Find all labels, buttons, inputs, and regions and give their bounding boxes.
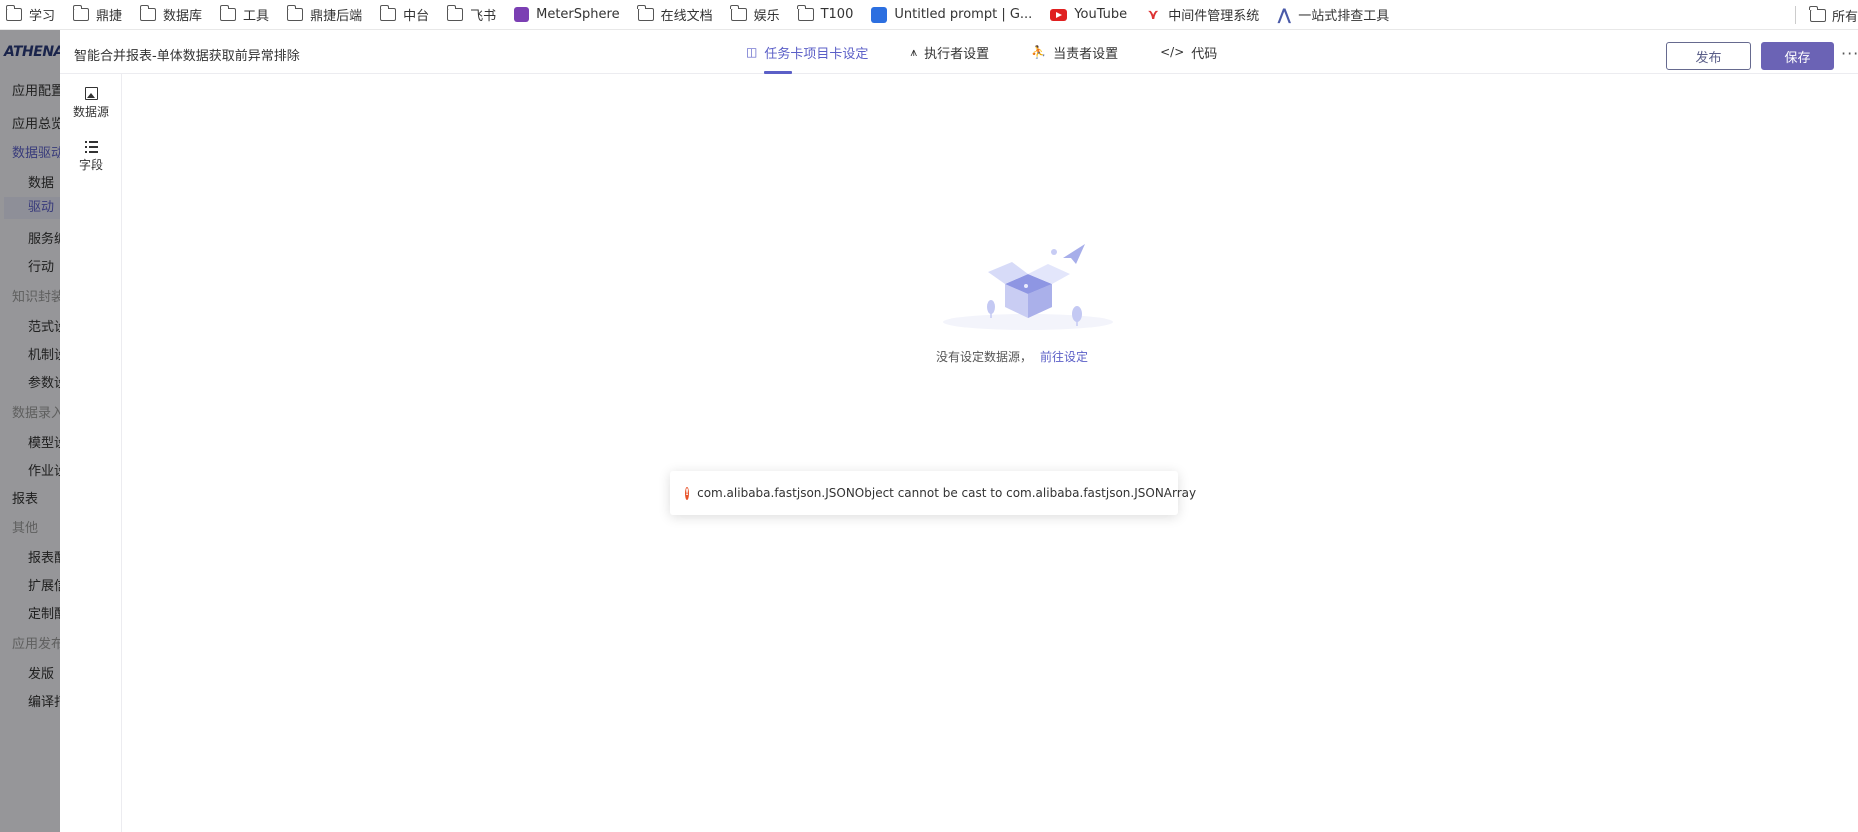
- bookmarks-bar: 学习 鼎捷 数据库 工具 鼎捷后端 中台 飞书 MeterSphere 在线文档 娱乐 T100 Un…: [0, 0, 1858, 30]
- folder-icon: [219, 5, 237, 21]
- tool-label: 字段: [78, 158, 103, 172]
- bookmark-item[interactable]: 鼎捷后端: [286, 4, 363, 26]
- bookmark-item[interactable]: T100: [797, 4, 854, 26]
- bookmark-label: T100: [820, 7, 854, 22]
- publish-button[interactable]: 发布: [1666, 42, 1751, 70]
- bookmark-label: MeterSphere: [536, 7, 620, 22]
- empty-state-text: 没有设定数据源， 前往设定: [936, 348, 1088, 365]
- folder-icon: [139, 5, 157, 21]
- bookmark-item[interactable]: ⋎ 中间件管理系统: [1145, 4, 1260, 26]
- bookmark-item[interactable]: YouTube: [1050, 4, 1127, 26]
- all-bookmarks[interactable]: 所有: [1786, 0, 1858, 29]
- tab-person[interactable]: ⛹ 当责者设置: [1025, 30, 1124, 74]
- designer-header: 智能合并报表-单体数据获取前异常排除 ◫ 任务卡项目卡设定 ⩚ 执行者设置 ⛹ 当责者设置…: [60, 30, 1858, 74]
- bookmark-label: 在线文档: [660, 9, 713, 24]
- tool-datasource[interactable]: 数据源: [60, 87, 122, 120]
- designer-panel: 智能合并报表-单体数据获取前异常排除 ◫ 任务卡项目卡设定 ⩚ 执行者设置 ⛹ 当责者设置…: [60, 30, 1858, 832]
- empty-box-illustration: [943, 244, 1113, 330]
- tool-label: 数据源: [72, 105, 109, 119]
- code-icon: </>: [1160, 45, 1185, 59]
- tool-sidebar: 数据源 字段: [60, 74, 122, 832]
- prompt-icon: [871, 6, 888, 23]
- empty-state-message: 没有设定数据源，: [936, 350, 1033, 364]
- tab-executor[interactable]: ⩚ 执行者设置: [904, 30, 995, 74]
- bookmark-item[interactable]: 中台: [379, 4, 430, 26]
- separator: [1794, 6, 1796, 24]
- person-icon: ⛹: [1031, 45, 1047, 59]
- bookmark-label: 中间件管理系统: [1168, 9, 1260, 24]
- save-button[interactable]: 保存: [1761, 42, 1834, 70]
- tab-label: 任务卡项目卡设定: [764, 46, 869, 62]
- bookmark-item[interactable]: MeterSphere: [514, 4, 620, 26]
- bookmark-item[interactable]: 学习: [5, 4, 56, 26]
- folder-icon: [5, 5, 22, 21]
- page-title: 智能合并报表-单体数据获取前异常排除: [74, 49, 300, 64]
- bookmark-label: 所有: [1831, 9, 1858, 25]
- a-logo-icon: ⋀: [1277, 4, 1291, 24]
- bookmark-item[interactable]: Untitled prompt | G...: [871, 4, 1032, 26]
- tab-label: 当责者设置: [1053, 46, 1119, 62]
- youtube-icon: [1050, 8, 1068, 21]
- folder-icon: [286, 5, 304, 21]
- goto-settings-link[interactable]: 前往设定: [1040, 350, 1088, 364]
- more-options-icon[interactable]: ···: [1841, 44, 1858, 63]
- folder-icon: [446, 5, 464, 21]
- folder-icon: [72, 5, 90, 21]
- bookmark-label: 数据库: [163, 9, 203, 24]
- tab-card[interactable]: ◫ 任务卡项目卡设定: [740, 30, 874, 74]
- bookmark-item[interactable]: 工具: [219, 4, 270, 26]
- bookmark-item[interactable]: 娱乐: [730, 4, 780, 26]
- tab-label: 代码: [1191, 46, 1218, 62]
- designer-tabs: ◫ 任务卡项目卡设定 ⩚ 执行者设置 ⛹ 当责者设置 </> 代码: [740, 30, 1253, 74]
- folder-icon: [730, 5, 747, 21]
- folder-icon: [379, 5, 397, 21]
- error-message: com.alibaba.fastjson.JSONObject cannot b…: [697, 486, 1197, 500]
- image-icon: [84, 87, 98, 100]
- folder-icon: [637, 5, 654, 21]
- executor-icon: ⩚: [910, 44, 918, 59]
- error-icon: !: [685, 486, 690, 500]
- bookmark-label: 鼎捷后端: [310, 9, 363, 24]
- bookmark-item[interactable]: 数据库: [139, 4, 203, 26]
- folder-icon: [1809, 5, 1826, 22]
- bookmark-label: YouTube: [1074, 7, 1128, 22]
- bookmark-label: 学习: [29, 9, 56, 24]
- tab-code[interactable]: </> 代码: [1154, 30, 1223, 74]
- middleware-icon: ⋎: [1147, 6, 1159, 23]
- bookmark-item[interactable]: 在线文档: [637, 4, 713, 26]
- folder-icon: [797, 5, 814, 21]
- card-icon: ◫: [746, 45, 758, 59]
- bookmark-item[interactable]: ⋀ 一站式排查工具: [1277, 4, 1389, 26]
- bookmark-label: Untitled prompt | G...: [894, 7, 1033, 22]
- bookmark-item[interactable]: 鼎捷: [72, 4, 123, 26]
- error-toast: ! com.alibaba.fastjson.JSONObject cannot…: [670, 471, 1196, 515]
- bookmark-label: 中台: [403, 9, 430, 24]
- tab-label: 执行者设置: [924, 46, 990, 62]
- bookmark-label: 一站式排查工具: [1298, 9, 1390, 24]
- metersphere-icon: [514, 7, 530, 22]
- modal-overlay-mask[interactable]: [0, 30, 60, 832]
- bookmark-label: 飞书: [470, 9, 497, 24]
- bookmark-label: 工具: [243, 9, 270, 24]
- tool-fields[interactable]: 字段: [60, 140, 122, 173]
- list-icon: [84, 140, 98, 153]
- bookmark-item[interactable]: 飞书: [446, 4, 497, 26]
- bookmark-label: 娱乐: [753, 9, 780, 24]
- bookmark-label: 鼎捷: [96, 9, 123, 24]
